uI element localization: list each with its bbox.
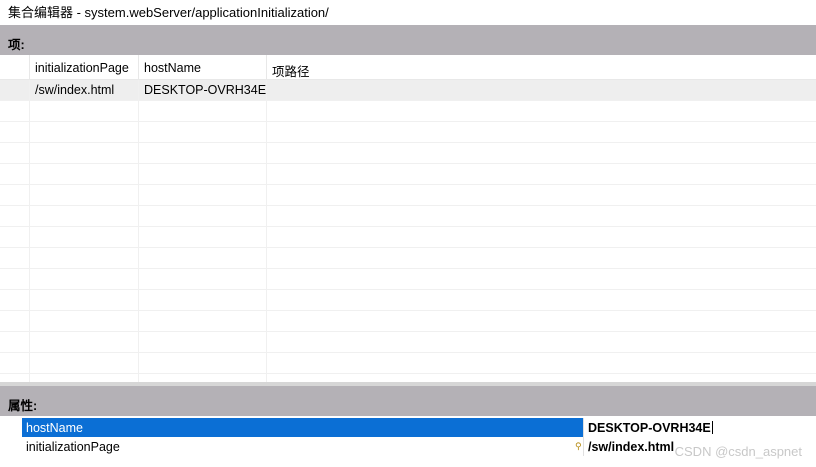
empty-row xyxy=(0,122,816,143)
empty-row xyxy=(0,101,816,122)
cell-host-name[interactable]: DESKTOP-OVRH34E xyxy=(138,80,267,101)
empty-row xyxy=(0,311,816,332)
items-section-header: 项: xyxy=(0,25,816,55)
properties-section-header: 属性: xyxy=(0,386,816,416)
properties-grid[interactable]: hostName DESKTOP-OVRH34E initializationP… xyxy=(0,416,816,467)
empty-row xyxy=(0,227,816,248)
empty-row xyxy=(0,143,816,164)
column-header-initialization-page[interactable]: initializationPage xyxy=(29,55,139,80)
column-header-item-path[interactable]: 项路径 xyxy=(266,55,816,80)
column-divider xyxy=(29,80,30,382)
empty-row xyxy=(0,206,816,227)
grid-header-row: initializationPage hostName 项路径 xyxy=(0,55,816,80)
empty-row xyxy=(0,290,816,311)
text-caret xyxy=(711,421,713,434)
items-grid[interactable]: initializationPage hostName 项路径 /sw/inde… xyxy=(0,55,816,382)
column-divider xyxy=(138,80,139,382)
property-gutter xyxy=(0,418,22,437)
table-row[interactable]: /sw/index.html DESKTOP-OVRH34E xyxy=(0,80,816,101)
key-icon: ⚲ xyxy=(575,441,582,451)
property-gutter xyxy=(0,437,22,456)
empty-row xyxy=(0,332,816,353)
cell-item-path[interactable] xyxy=(266,80,816,101)
column-divider xyxy=(266,80,267,382)
property-value-text: DESKTOP-OVRH34E xyxy=(588,421,711,435)
empty-row xyxy=(0,248,816,269)
property-name[interactable]: initializationPage xyxy=(22,437,583,456)
window-title: 集合编辑器 - system.webServer/applicationInit… xyxy=(0,0,816,22)
property-value-input[interactable]: DESKTOP-OVRH34E xyxy=(584,418,816,437)
empty-row xyxy=(0,164,816,185)
cell-initialization-page[interactable]: /sw/index.html xyxy=(29,80,139,101)
property-name[interactable]: hostName xyxy=(22,418,583,437)
empty-row xyxy=(0,353,816,374)
empty-row xyxy=(0,185,816,206)
row-header-corner xyxy=(0,55,30,80)
property-row-host-name[interactable]: hostName DESKTOP-OVRH34E xyxy=(0,418,816,437)
row-header[interactable] xyxy=(0,80,30,101)
empty-row xyxy=(0,269,816,290)
column-header-host-name[interactable]: hostName xyxy=(138,55,267,80)
watermark: CSDN @csdn_aspnet xyxy=(674,444,802,459)
